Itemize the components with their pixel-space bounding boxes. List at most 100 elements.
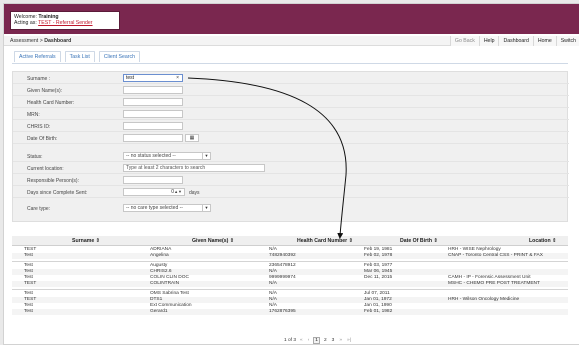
surname-label: Surname : — [27, 76, 51, 82]
given-name-label: Given Name(s): — [27, 88, 63, 94]
chris-id-input[interactable] — [123, 122, 183, 130]
col-surname-header[interactable]: Surname ⇕ — [72, 238, 100, 244]
cell-hcn: N/A — [269, 281, 277, 286]
cell-given: Gerard1 — [150, 309, 168, 314]
days-stepper[interactable]: 0 ▲▼ — [123, 188, 185, 196]
dob-input[interactable] — [123, 134, 183, 142]
cell-location: MSHC - CHEMO PRE POST TREATMENT — [448, 281, 540, 286]
cell-surname: Test — [24, 309, 33, 314]
health-card-label: Health Card Number: — [27, 100, 75, 106]
dashboard-button[interactable]: Dashboard — [498, 36, 533, 46]
given-name-input[interactable] — [123, 86, 183, 94]
acting-role-link[interactable]: TEST - Referral Sender — [38, 20, 92, 26]
responsible-row: Responsible Person(s): — [13, 175, 569, 186]
care-type-value: -- no care type selected -- — [126, 205, 183, 211]
days-unit: days — [189, 190, 200, 196]
tab-strip: Active Referrals Task List Client Search — [14, 51, 140, 63]
location-label: Current location: — [27, 166, 64, 172]
chris-id-label: CHRIS ID: — [27, 124, 51, 130]
cell-surname: Test — [24, 253, 33, 258]
col-surname-label: Surname — [72, 238, 95, 244]
sort-icon: ⇕ — [229, 238, 235, 244]
clear-icon[interactable]: × — [176, 75, 179, 81]
nav-buttons: Go Back Help Dashboard Home Switch — [449, 36, 579, 46]
col-given-header[interactable]: Given Name(s) ⇕ — [192, 238, 234, 244]
page-3-button[interactable]: 3 — [331, 338, 336, 343]
mrn-row: MRN: — [13, 109, 569, 120]
mrn-label: MRN: — [27, 112, 40, 118]
status-label: Status: — [27, 154, 43, 160]
page-summary: 1 of 3 — [284, 338, 297, 343]
help-button[interactable]: Help — [478, 36, 499, 46]
care-type-select[interactable]: -- no care type selected -- ▼ — [123, 204, 211, 212]
home-button[interactable]: Home — [532, 36, 556, 46]
breadcrumb-current: Dashboard — [44, 38, 72, 44]
tab-client-search[interactable]: Client Search — [98, 51, 140, 62]
surname-input[interactable]: test × — [123, 74, 183, 82]
col-dob-header[interactable]: Date Of Birth ⇕ — [400, 238, 438, 244]
breadcrumb: Assessment > Dashboard — [10, 38, 71, 44]
surname-row: Surname : test × — [13, 73, 569, 84]
table-row[interactable]: TEST COLINTRAIN N/A MSHC - CHEMO PRE POS… — [12, 281, 568, 287]
health-card-input[interactable] — [123, 98, 183, 106]
care-type-label: Care type: — [27, 206, 51, 212]
go-back-button[interactable]: Go Back — [449, 36, 479, 46]
status-row: Status: -- no status selected -- ▼ — [13, 151, 569, 162]
days-row: Days since Complete Sent: 0 ▲▼ days — [13, 187, 569, 198]
row-separator — [12, 261, 568, 262]
cell-given: Angelina — [150, 253, 169, 258]
status-select[interactable]: -- no status selected -- ▼ — [123, 152, 211, 160]
nav-bar: Assessment > Dashboard Go Back Help Dash… — [4, 36, 579, 46]
last-page-button[interactable]: »| — [346, 338, 352, 343]
cell-hcn: 1762876395 — [269, 309, 296, 314]
sort-icon: ⇕ — [433, 238, 438, 244]
health-card-row: Health Card Number: — [13, 97, 569, 108]
switch-button[interactable]: Switch — [555, 36, 579, 46]
calendar-icon[interactable]: ▦ — [185, 134, 199, 142]
next-page-button[interactable]: » — [338, 338, 343, 343]
table-row[interactable]: Test Gerard1 1762876395 Feb 01, 1982 — [12, 309, 568, 315]
given-name-row: Given Name(s): — [13, 85, 569, 96]
pagination: 1 of 3 « ‹ 1 2 3 » »| — [284, 337, 352, 344]
tab-task-list[interactable]: Task List — [64, 51, 95, 62]
tab-divider — [12, 63, 568, 64]
status-value: -- no status selected -- — [126, 153, 176, 159]
col-hcn-label: Health Card Number — [297, 238, 348, 244]
surname-value: test — [126, 75, 135, 81]
col-dob-label: Date Of Birth — [400, 238, 432, 244]
table-row[interactable]: Test Angelina 7482940392 Feb 02, 1978 CN… — [12, 253, 568, 259]
col-hcn-header[interactable]: Health Card Number ⇕ — [297, 238, 353, 244]
sort-icon: ⇕ — [95, 238, 101, 244]
days-label: Days since Complete Sent: — [27, 190, 88, 196]
sort-icon: ⇕ — [552, 238, 557, 244]
top-banner: Welcome: Training Acting as: TEST - Refe… — [4, 4, 579, 34]
care-type-row: Care type: -- no care type selected -- ▼ — [13, 203, 569, 214]
sort-icon: ⇕ — [348, 238, 353, 244]
prev-page-button[interactable]: ‹ — [307, 338, 311, 343]
page-1-button[interactable]: 1 — [313, 337, 320, 344]
breadcrumb-root[interactable]: Assessment — [10, 38, 38, 44]
chevron-down-icon: ▼ — [202, 204, 210, 212]
user-info-box: Welcome: Training Acting as: TEST - Refe… — [10, 11, 120, 30]
page-2-button[interactable]: 2 — [323, 338, 328, 343]
cell-location: CNAP - Toronto Central CSS - PRINT & FAX — [448, 253, 543, 258]
col-location-header[interactable]: Location ⇕ — [529, 238, 556, 244]
cell-surname: TEST — [24, 281, 37, 286]
first-page-button[interactable]: « — [299, 338, 304, 343]
table-header: Surname ⇕ Given Name(s) ⇕ Health Card Nu… — [12, 236, 568, 246]
cell-given: COLINTRAIN — [150, 281, 180, 286]
chevron-down-icon: ▼ — [202, 152, 210, 160]
cell-dob: Feb 01, 1982 — [364, 309, 393, 314]
cell-dob: Feb 02, 1978 — [364, 253, 393, 258]
dob-row: Date Of Birth: ▦ — [13, 133, 569, 144]
dob-label: Date Of Birth: — [27, 136, 58, 142]
mrn-input[interactable] — [123, 110, 183, 118]
stepper-arrows-icon[interactable]: ▲▼ — [174, 189, 182, 195]
tab-active-referrals[interactable]: Active Referrals — [14, 51, 61, 62]
chris-id-row: CHRIS ID: — [13, 121, 569, 132]
location-input[interactable]: Type at least 2 characters to search — [123, 164, 265, 172]
breadcrumb-separator: > — [39, 38, 43, 44]
client-search-form: Surname : test × Given Name(s): Health C… — [12, 71, 569, 222]
responsible-input[interactable] — [123, 176, 183, 184]
responsible-label: Responsible Person(s): — [27, 178, 79, 184]
